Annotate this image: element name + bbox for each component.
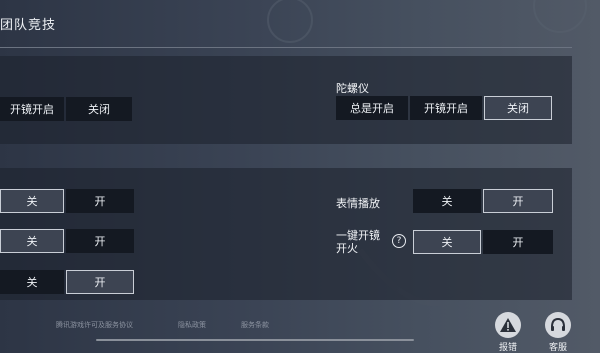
toggle-off-button[interactable]: 关 bbox=[0, 189, 64, 213]
oneclick-on-button[interactable]: 开 bbox=[483, 230, 553, 254]
footer-link-terms[interactable]: 服务条款 bbox=[241, 320, 269, 330]
oneclick-off-button[interactable]: 关 bbox=[413, 230, 481, 254]
left-scope-toggle: 开镜开启 关闭 bbox=[0, 97, 132, 121]
help-icon[interactable]: ? bbox=[392, 234, 406, 248]
gyro-toggle: 总是开启 开镜开启 关闭 bbox=[336, 96, 552, 120]
mode-title: 团队竞技 bbox=[0, 18, 57, 33]
gyro-option-scope[interactable]: 开镜开启 bbox=[410, 96, 482, 120]
left-toggle-row-1: 关 开 bbox=[0, 189, 134, 213]
toggle-on-button[interactable]: 开 bbox=[66, 229, 134, 253]
top-divider bbox=[0, 47, 572, 48]
oneclick-label-line1: 一键开镜 bbox=[336, 229, 380, 242]
emote-off-button[interactable]: 关 bbox=[413, 189, 481, 213]
toggle-off-button[interactable]: 关 bbox=[0, 270, 64, 294]
gyro-label: 陀螺仪 bbox=[336, 82, 369, 95]
option-scope-on[interactable]: 开镜开启 bbox=[0, 97, 64, 121]
emote-label: 表情播放 bbox=[336, 197, 380, 210]
warning-icon bbox=[495, 312, 521, 338]
headset-icon bbox=[545, 312, 571, 338]
customer-service-label: 客服 bbox=[548, 343, 567, 353]
oneclick-toggle: 关 开 bbox=[413, 230, 553, 254]
oneclick-label-line2: 开火 bbox=[336, 242, 358, 255]
top-bar: 团队竞技 bbox=[0, 0, 600, 48]
report-error-button[interactable]: 报错 bbox=[490, 312, 526, 353]
customer-service-button[interactable]: 客服 bbox=[540, 312, 576, 353]
oneclick-label: 一键开镜 开火 bbox=[336, 229, 380, 255]
home-indicator bbox=[96, 339, 414, 341]
toggle-on-button[interactable]: 开 bbox=[66, 270, 134, 294]
toggle-on-button[interactable]: 开 bbox=[66, 189, 134, 213]
left-toggle-row-3: 关 开 bbox=[0, 270, 134, 294]
emote-on-button[interactable]: 开 bbox=[483, 189, 553, 213]
footer-link-license[interactable]: 腾讯游戏许可及服务协议 bbox=[56, 320, 133, 330]
footer-link-privacy[interactable]: 隐私政策 bbox=[178, 320, 206, 330]
left-toggle-row-2: 关 开 bbox=[0, 229, 134, 253]
emote-toggle: 关 开 bbox=[413, 189, 553, 213]
gyro-option-off[interactable]: 关闭 bbox=[484, 96, 552, 120]
toggle-off-button[interactable]: 关 bbox=[0, 229, 64, 253]
gyro-option-always[interactable]: 总是开启 bbox=[336, 96, 408, 120]
option-off[interactable]: 关闭 bbox=[66, 97, 132, 121]
report-error-label: 报错 bbox=[498, 343, 517, 353]
